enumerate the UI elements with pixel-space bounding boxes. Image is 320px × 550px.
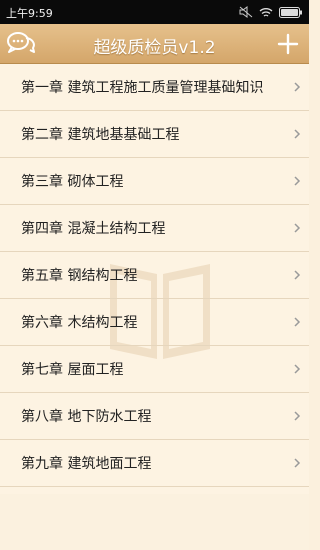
- chapter-label: 第八章 地下防水工程: [21, 409, 152, 425]
- status-bar: 上午9:59: [0, 0, 309, 24]
- chapter-item-7[interactable]: 第七章 屋面工程: [0, 346, 309, 393]
- chapter-label: 第二章 建筑地基基础工程: [21, 127, 180, 143]
- chapter-item-3[interactable]: 第三章 砌体工程: [0, 158, 309, 205]
- status-icons: [239, 4, 303, 20]
- wifi-icon: [259, 7, 273, 18]
- battery-icon: [279, 6, 303, 18]
- chapter-item-2[interactable]: 第二章 建筑地基基础工程: [0, 111, 309, 158]
- plus-icon: [277, 33, 299, 55]
- chapter-item-1[interactable]: 第一章 建筑工程施工质量管理基础知识: [0, 64, 309, 111]
- chapter-label: 第七章 屋面工程: [21, 362, 124, 378]
- status-time: 上午9:59: [6, 7, 53, 20]
- chevron-right-icon: [294, 458, 301, 468]
- chevron-right-icon: [294, 270, 301, 280]
- chapter-label: 第九章 建筑地面工程: [21, 456, 152, 472]
- chevron-right-icon: [294, 317, 301, 327]
- chevron-right-icon: [294, 223, 301, 233]
- chapter-item-8[interactable]: 第八章 地下防水工程: [0, 393, 309, 440]
- chapter-label: 第三章 砌体工程: [21, 174, 124, 190]
- chapter-item-9[interactable]: 第九章 建筑地面工程: [0, 440, 309, 487]
- mute-icon: [239, 6, 253, 18]
- chapter-label: 第四章 混凝土结构工程: [21, 221, 166, 237]
- chevron-right-icon: [294, 82, 301, 92]
- page-title: 超级质检员v1.2: [93, 38, 216, 58]
- add-button[interactable]: [275, 30, 301, 58]
- chevron-right-icon: [294, 129, 301, 139]
- chapter-list: 第一章 建筑工程施工质量管理基础知识 第二章 建筑地基基础工程 第三章 砌体工程…: [0, 64, 309, 494]
- chevron-right-icon: [294, 364, 301, 374]
- chapter-item-4[interactable]: 第四章 混凝土结构工程: [0, 205, 309, 252]
- title-bar: 超级质检员v1.2: [0, 24, 309, 64]
- empty-bottom-area: [0, 494, 309, 550]
- chevron-right-icon: [294, 411, 301, 421]
- chevron-right-icon: [294, 176, 301, 186]
- chapter-item-5[interactable]: 第五章 钢结构工程: [0, 252, 309, 299]
- chapter-item-6[interactable]: 第六章 木结构工程: [0, 299, 309, 346]
- chapter-label: 第六章 木结构工程: [21, 315, 138, 331]
- chapter-label: 第一章 建筑工程施工质量管理基础知识: [21, 80, 264, 96]
- chapter-label: 第五章 钢结构工程: [21, 268, 138, 284]
